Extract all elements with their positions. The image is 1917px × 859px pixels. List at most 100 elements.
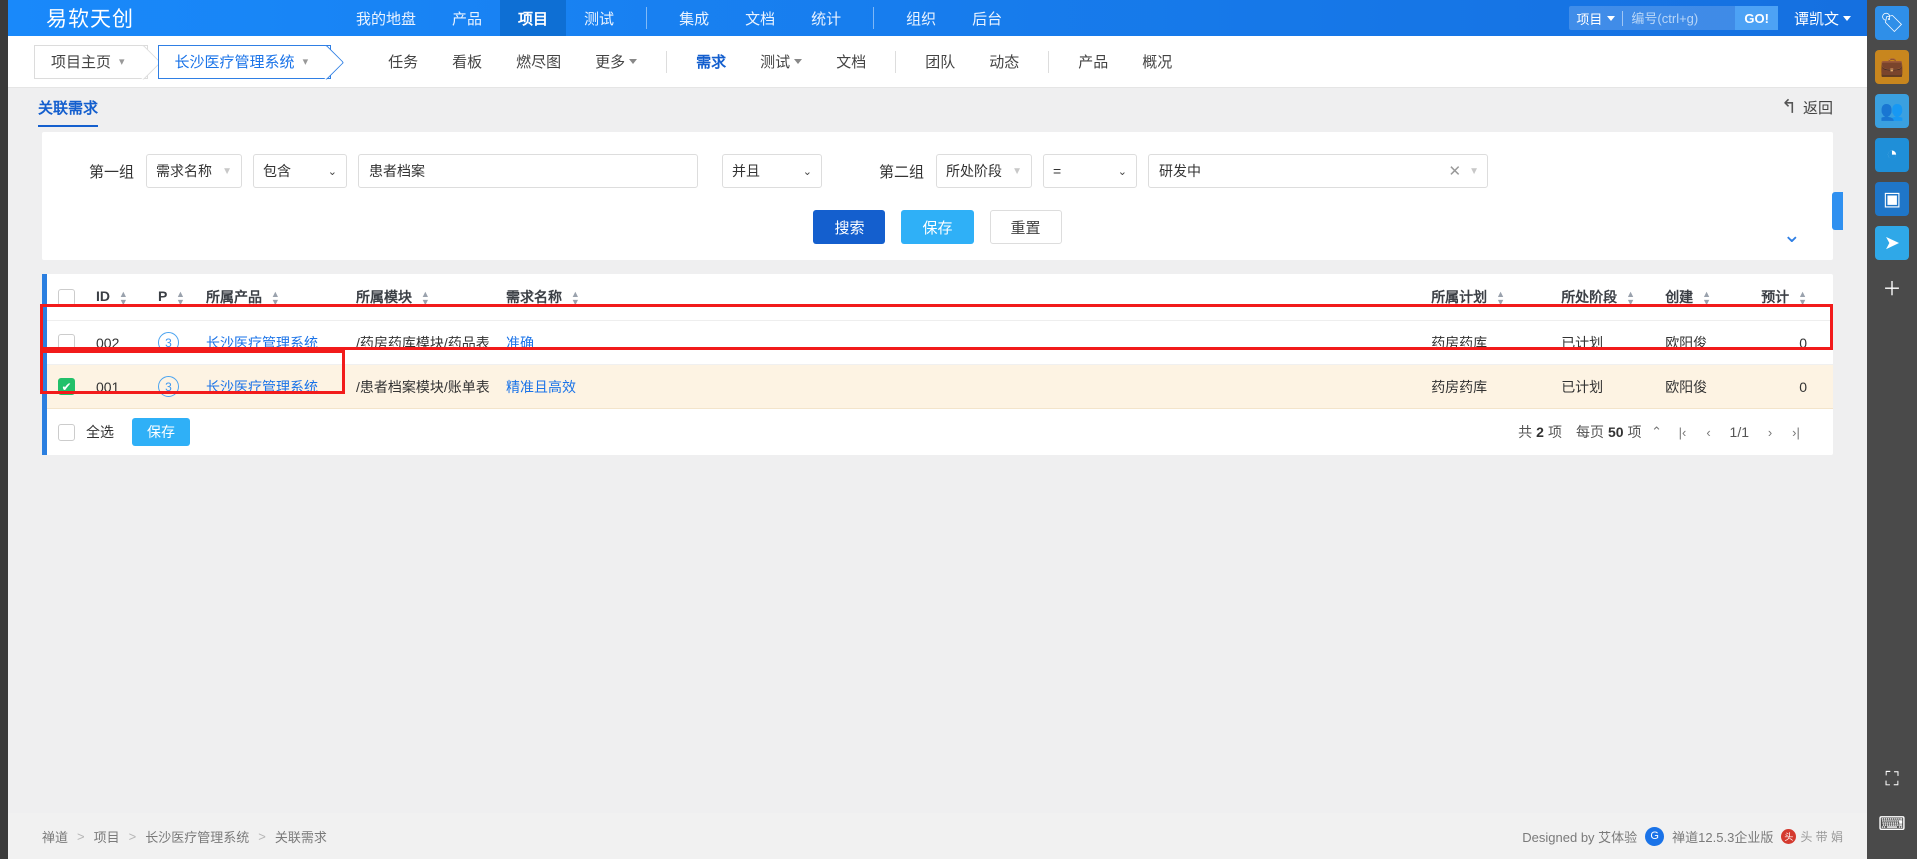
group2-value-picker[interactable]: 研发中 ✕ ▼ — [1148, 154, 1489, 188]
sort-icon[interactable]: ▲ ▼ — [421, 290, 430, 307]
footer-crumb-system[interactable]: 长沙医疗管理系统 — [145, 827, 249, 846]
reset-button[interactable]: 重置 — [989, 210, 1062, 244]
sort-icon[interactable]: ▲ ▼ — [1798, 290, 1807, 307]
last-page-button[interactable]: ›| — [1785, 419, 1807, 445]
sort-icon[interactable]: ▲ ▼ — [1702, 290, 1711, 307]
row-product[interactable]: 长沙医疗管理系统 — [206, 364, 356, 409]
pie-chart-icon[interactable]: ◔ — [1875, 138, 1909, 172]
chevron-up-icon[interactable]: ⌃ — [1646, 419, 1668, 445]
per-page-value[interactable]: 50 — [1608, 424, 1624, 440]
group2-field-select[interactable]: 所处阶段 ▼ — [936, 154, 1033, 188]
search-type-selector[interactable]: 项目 — [1569, 9, 1622, 28]
subnav-item-doc[interactable]: 文档 — [819, 51, 883, 72]
clear-icon[interactable]: ✕ — [1449, 162, 1462, 180]
group2-operator-value: = — [1053, 163, 1062, 179]
save-selection-button[interactable]: 保存 — [132, 418, 190, 446]
conjunction-select[interactable]: 并且 ⌄ — [722, 154, 822, 188]
subnav-item-overview[interactable]: 概况 — [1125, 51, 1189, 72]
sort-icon[interactable]: ▲ ▼ — [571, 290, 580, 307]
th-id[interactable]: ID ▲ ▼ — [96, 274, 158, 321]
th-estimate[interactable]: 预计 ▲ ▼ — [1761, 274, 1833, 321]
subnav-item-task[interactable]: 任务 — [371, 51, 435, 72]
row-priority-cell: 3 — [158, 364, 206, 409]
sort-icon[interactable]: ▲ ▼ — [1626, 290, 1635, 307]
topnav-item-product[interactable]: 产品 — [434, 0, 500, 36]
prev-page-button[interactable]: ‹ — [1698, 419, 1720, 445]
watermark-text: 头 带 娟 — [1800, 829, 1843, 844]
subnav-item-more[interactable]: 更多 — [578, 51, 654, 72]
tag-icon[interactable]: 🏷 — [1875, 6, 1909, 40]
group1-field-select[interactable]: 需求名称 ▼ — [146, 154, 242, 188]
th-pri[interactable]: P ▲ ▼ — [158, 274, 206, 321]
sort-icon[interactable]: ▲ ▼ — [271, 290, 280, 307]
sort-icon[interactable]: ▲ ▼ — [119, 289, 128, 306]
plus-icon[interactable]: ＋ — [1875, 270, 1909, 304]
user-menu[interactable]: 谭凯文 — [1794, 8, 1851, 29]
topnav-item-test[interactable]: 测试 — [566, 0, 632, 36]
search-button[interactable]: 搜索 — [813, 210, 886, 244]
topnav-item-stats[interactable]: 统计 — [793, 0, 859, 36]
search-input[interactable] — [1623, 6, 1736, 30]
subnav-item-product[interactable]: 产品 — [1061, 51, 1125, 72]
keyboard-icon[interactable]: ⌨ — [1875, 807, 1909, 841]
table-row[interactable]: 002 3 长沙医疗管理系统 /药房药库模块/药品表 准确 药房药库 已计划 欧… — [42, 320, 1833, 365]
th-stage[interactable]: 所处阶段 ▲ ▼ — [1561, 274, 1666, 321]
group1-value-input[interactable] — [358, 154, 698, 188]
next-page-button[interactable]: › — [1759, 419, 1781, 445]
watermark: 头 头 带 娟 — [1781, 828, 1843, 845]
row-checkbox[interactable]: ✔ — [58, 378, 75, 396]
total-suffix: 项 — [1547, 424, 1562, 440]
send-icon[interactable]: ➤ — [1875, 226, 1909, 260]
th-plan[interactable]: 所属计划 ▲ ▼ — [1431, 274, 1562, 321]
sort-icon[interactable]: ▲ ▼ — [176, 289, 185, 306]
subnav-item-team[interactable]: 团队 — [908, 51, 972, 72]
select-all-control[interactable]: 全选 — [58, 422, 114, 442]
screenshot-icon[interactable]: ⛶ — [1875, 763, 1909, 797]
brand-logo[interactable]: 易软天创 — [8, 0, 338, 36]
group1-operator-select[interactable]: 包含 ⌄ — [253, 154, 347, 188]
topnav-item-project[interactable]: 项目 — [500, 0, 567, 36]
th-name[interactable]: 需求名称 ▲ ▼ — [506, 274, 1432, 321]
first-page-button[interactable]: |‹ — [1672, 419, 1694, 445]
select-all-header-checkbox[interactable] — [58, 288, 75, 306]
briefcase-icon[interactable]: 💼 — [1875, 50, 1909, 84]
subnav-item-kanban[interactable]: 看板 — [435, 51, 499, 72]
sort-icon[interactable]: ▲ ▼ — [1496, 290, 1505, 307]
chevron-down-icon — [1843, 15, 1851, 21]
subnav-item-burndown[interactable]: 燃尽图 — [499, 51, 578, 72]
row-estimate: 0 — [1761, 364, 1833, 409]
people-icon[interactable]: 👥 — [1875, 94, 1909, 128]
panel-side-toggle[interactable] — [1832, 192, 1843, 230]
footer-crumb-project[interactable]: 项目 — [94, 827, 120, 846]
breadcrumb-item-project[interactable]: 长沙医疗管理系统 ▾ — [157, 44, 332, 79]
row-name[interactable]: 精准且高效 — [506, 364, 1432, 409]
save-filter-button[interactable]: 保存 — [901, 210, 974, 244]
table-row[interactable]: ✔ 001 3 长沙医疗管理系统 /患者档案模块/账单表 精准且高效 药房药库 … — [42, 274, 1833, 455]
tab-linked-stories[interactable]: 关联需求 — [38, 97, 99, 127]
camera-icon[interactable]: ▣ — [1875, 182, 1909, 216]
breadcrumb-item-home[interactable]: 项目主页 ▾ — [34, 44, 148, 79]
chevron-double-down-icon[interactable]: ⌄ — [1783, 224, 1801, 246]
back-button[interactable]: ↰ 返回 — [1781, 96, 1833, 119]
row-module: /药房药库模块/药品表 — [356, 320, 506, 365]
row-name[interactable]: 准确 — [506, 320, 1432, 365]
row-product[interactable]: 长沙医疗管理系统 — [206, 320, 356, 365]
topnav-item-org[interactable]: 组织 — [888, 0, 954, 36]
topnav-item-my[interactable]: 我的地盘 — [338, 0, 434, 36]
topnav-item-doc[interactable]: 文档 — [727, 0, 793, 36]
topnav-item-integration[interactable]: 集成 — [661, 0, 727, 36]
subnav-item-dynamic[interactable]: 动态 — [972, 51, 1036, 72]
topnav-item-admin[interactable]: 后台 — [954, 0, 1020, 36]
footer-crumb-zentao[interactable]: 禅道 — [42, 827, 68, 846]
group2-operator-select[interactable]: = ⌄ — [1043, 154, 1138, 188]
row-checkbox[interactable] — [58, 334, 75, 352]
table-body: 002 3 长沙医疗管理系统 /药房药库模块/药品表 准确 药房药库 已计划 欧… — [42, 274, 1833, 455]
th-product[interactable]: 所属产品 ▲ ▼ — [206, 274, 356, 321]
select-all-checkbox[interactable] — [58, 423, 75, 441]
footer-crumb-linked[interactable]: 关联需求 — [275, 827, 327, 846]
subnav-item-test[interactable]: 测试 — [743, 51, 819, 72]
search-go-button[interactable]: GO! — [1735, 6, 1778, 30]
th-creator[interactable]: 创建 ▲ ▼ — [1665, 274, 1762, 321]
subnav-item-story[interactable]: 需求 — [679, 51, 743, 72]
th-module[interactable]: 所属模块 ▲ ▼ — [356, 274, 506, 321]
